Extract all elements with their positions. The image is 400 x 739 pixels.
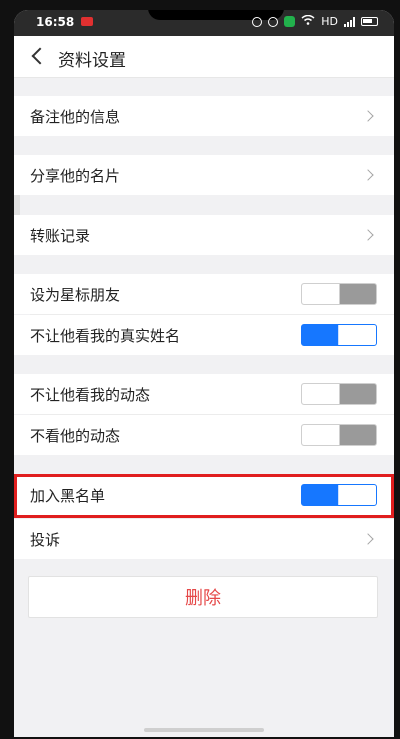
notification-icon xyxy=(81,17,93,26)
delete-button[interactable]: 删除 xyxy=(28,576,378,618)
screen: 16:58 HD 资料设置 备注他的信息 分享他的名片 转账记录 设为星标朋友 … xyxy=(14,10,394,737)
row-report-label: 投诉 xyxy=(30,530,61,549)
page-title: 资料设置 xyxy=(58,51,126,71)
toggle-knob xyxy=(302,425,340,445)
hide-real-name-toggle[interactable] xyxy=(301,324,377,346)
status-bar: 16:58 HD xyxy=(14,10,394,36)
toggle-knob xyxy=(338,325,376,345)
home-indicator[interactable] xyxy=(144,728,264,732)
status-icons: HD xyxy=(252,14,378,28)
row-remark-label: 备注他的信息 xyxy=(30,107,121,126)
row-ignore-their-moments: 不看他的动态 xyxy=(14,415,394,455)
hide-my-moments-toggle[interactable] xyxy=(301,383,377,405)
signal-icon xyxy=(344,16,355,27)
row-blacklist-label: 加入黑名单 xyxy=(30,486,106,505)
row-hide-real-name: 不让他看我的真实姓名 xyxy=(14,315,394,355)
star-friend-toggle[interactable] xyxy=(301,283,377,305)
row-blacklist: 加入黑名单 xyxy=(14,475,394,515)
network-type: HD xyxy=(321,15,338,28)
row-hide-my-moments: 不让他看我的动态 xyxy=(14,374,394,414)
status-time: 16:58 xyxy=(36,15,75,29)
row-share-card[interactable]: 分享他的名片 xyxy=(14,155,394,195)
toggle-knob xyxy=(338,485,376,505)
chevron-right-icon xyxy=(362,110,374,122)
chevron-right-icon xyxy=(362,533,374,545)
blacklist-toggle[interactable] xyxy=(301,484,377,506)
row-hide-real-name-label: 不让他看我的真实姓名 xyxy=(30,326,181,345)
row-star-friend-label: 设为星标朋友 xyxy=(30,285,121,304)
header: 资料设置 xyxy=(14,36,394,78)
toggle-knob xyxy=(302,384,340,404)
wifi-icon xyxy=(301,14,315,28)
row-transfer-records-label: 转账记录 xyxy=(30,226,91,245)
row-star-friend: 设为星标朋友 xyxy=(14,274,394,314)
row-share-card-label: 分享他的名片 xyxy=(30,166,121,185)
alarm-icon xyxy=(268,16,279,27)
back-icon[interactable] xyxy=(31,47,49,65)
row-report[interactable]: 投诉 xyxy=(14,519,394,559)
chevron-right-icon xyxy=(362,229,374,241)
battery-icon xyxy=(361,17,378,26)
row-transfer-records[interactable]: 转账记录 xyxy=(14,215,394,255)
chevron-right-icon xyxy=(362,169,374,181)
phone-frame: 16:58 HD 资料设置 备注他的信息 分享他的名片 转账记录 设为星标朋友 … xyxy=(0,0,400,739)
row-remark[interactable]: 备注他的信息 xyxy=(14,96,394,136)
row-ignore-their-moments-label: 不看他的动态 xyxy=(30,426,121,445)
mute-icon xyxy=(252,16,263,27)
toggle-knob xyxy=(302,284,340,304)
app-icon xyxy=(284,16,296,27)
ignore-their-moments-toggle[interactable] xyxy=(301,424,377,446)
row-hide-my-moments-label: 不让他看我的动态 xyxy=(30,385,151,404)
